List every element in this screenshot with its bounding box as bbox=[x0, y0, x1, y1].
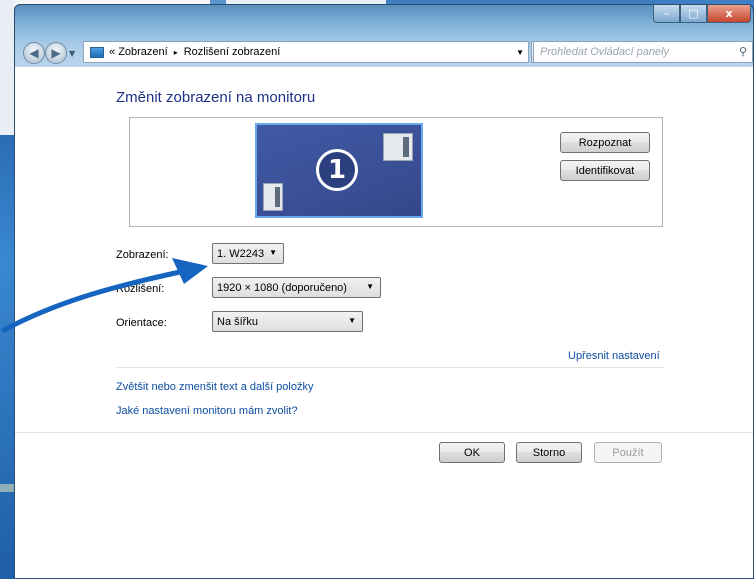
address-dropdown-icon[interactable]: ▼ bbox=[516, 48, 524, 57]
identify-button[interactable]: Identifikovat bbox=[560, 160, 650, 181]
window-preview-icon bbox=[383, 133, 413, 161]
display-label: Zobrazení: bbox=[116, 249, 169, 261]
forward-button[interactable]: ▶ bbox=[45, 42, 67, 64]
monitor-1-tile[interactable]: 1 bbox=[255, 123, 423, 218]
monitor-preview-panel: 1 Rozpoznat Identifikovat bbox=[129, 117, 663, 227]
chevron-down-icon: ▼ bbox=[366, 282, 374, 291]
address-bar[interactable]: « Zobrazení ▸ Rozlišení zobrazení ▼ bbox=[83, 41, 529, 63]
which-settings-link[interactable]: Jaké nastavení monitoru mám zvolit? bbox=[116, 405, 298, 417]
apply-button[interactable]: Použít bbox=[594, 442, 662, 463]
display-value: 1. W2243 bbox=[217, 247, 265, 260]
navigation-bar: ◀ ▶ ▼ « Zobrazení ▸ Rozlišení zobrazení … bbox=[15, 37, 753, 67]
caption-buttons: – □ x bbox=[653, 5, 751, 23]
breadcrumb-separator[interactable]: ▸ bbox=[174, 48, 178, 57]
resolution-label: Rozlišení: bbox=[116, 283, 165, 295]
taskbar-preview-icon bbox=[263, 183, 283, 211]
ok-button[interactable]: OK bbox=[439, 442, 505, 463]
display-select[interactable]: 1. W2243 ▼ bbox=[212, 243, 284, 264]
resolution-select[interactable]: 1920 × 1080 (doporučeno) ▼ bbox=[212, 277, 381, 298]
breadcrumb-item-display[interactable]: Zobrazení bbox=[118, 46, 168, 58]
detect-button[interactable]: Rozpoznat bbox=[560, 132, 650, 153]
page-title: Změnit zobrazení na monitoru bbox=[116, 89, 316, 106]
control-panel-icon bbox=[90, 46, 104, 58]
advanced-settings-link[interactable]: Upřesnit nastavení bbox=[568, 350, 660, 362]
close-button[interactable]: x bbox=[707, 5, 751, 23]
cancel-button[interactable]: Storno bbox=[516, 442, 582, 463]
footer-divider bbox=[15, 432, 753, 433]
search-icon[interactable]: ⚲ bbox=[739, 45, 747, 58]
background-desktop-strip bbox=[0, 0, 14, 579]
content-area: Změnit zobrazení na monitoru 1 Rozpoznat… bbox=[15, 67, 753, 578]
monitor-number-badge: 1 bbox=[316, 149, 358, 191]
orientation-label: Orientace: bbox=[116, 317, 167, 329]
chevron-down-icon: ▼ bbox=[269, 248, 277, 257]
back-button[interactable]: ◀ bbox=[23, 42, 45, 64]
chevron-down-icon: ▼ bbox=[348, 316, 356, 325]
section-divider bbox=[116, 367, 664, 368]
screen-resolution-window: – □ x ◀ ▶ ▼ « Zobrazení ▸ Rozlišení zobr… bbox=[14, 4, 754, 579]
maximize-button[interactable]: □ bbox=[680, 5, 707, 23]
minimize-button[interactable]: – bbox=[653, 5, 680, 23]
orientation-select[interactable]: Na šířku ▼ bbox=[212, 311, 363, 332]
search-input[interactable]: Prohledat Ovládací panely ⚲ bbox=[533, 41, 753, 63]
breadcrumb-item-resolution[interactable]: Rozlišení zobrazení bbox=[184, 46, 281, 58]
orientation-value: Na šířku bbox=[217, 315, 258, 328]
breadcrumb-prefix[interactable]: « bbox=[109, 46, 115, 58]
text-size-link[interactable]: Zvětšit nebo zmenšit text a další položk… bbox=[116, 381, 313, 393]
recent-pages-dropdown[interactable]: ▼ bbox=[69, 49, 75, 58]
search-placeholder: Prohledat Ovládací panely bbox=[540, 46, 670, 58]
resolution-value: 1920 × 1080 (doporučeno) bbox=[217, 281, 347, 294]
